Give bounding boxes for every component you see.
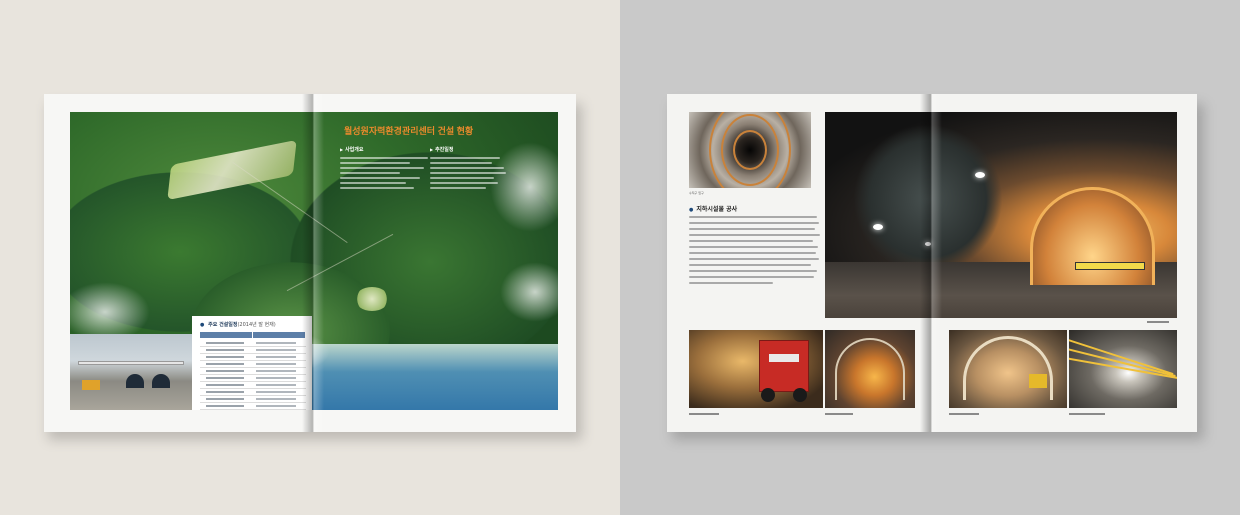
overview-column: 사업개요 (340, 146, 436, 192)
right-spread-gutter (920, 94, 942, 432)
photo-caption-1 (689, 412, 719, 417)
table-row (200, 347, 306, 354)
table-row (200, 375, 306, 382)
spread-title: 월성원자력환경관리센터 건설 현황 (344, 126, 474, 136)
table-row (200, 403, 306, 410)
table-row (200, 368, 306, 375)
tunnel-lighting-photo (825, 330, 915, 408)
warning-sign (1075, 262, 1145, 270)
table-row (200, 361, 306, 368)
coastline-image (310, 344, 558, 410)
table-rows (200, 340, 306, 410)
tunnel-entrance-photo (70, 334, 192, 410)
underground-tunnel-photo (825, 112, 1177, 318)
vertical-shaft-photo (689, 112, 811, 188)
schedule-column: 추진일정 (430, 146, 520, 192)
shaft-caption: 수직구 입구 (689, 191, 704, 195)
photo-caption-4 (1069, 412, 1105, 417)
overview-heading: 사업개요 (340, 146, 436, 153)
photo-caption-3 (949, 412, 979, 417)
table-row (200, 340, 306, 347)
lit-tunnel-arch (1030, 187, 1155, 285)
table-row (200, 382, 306, 389)
photo-caption-2 (825, 412, 853, 417)
tunnel-corridor-photo (1069, 330, 1177, 408)
tunnel-excavation-photo (949, 330, 1067, 408)
construction-schedule-table: 주요 건설일정(2014년 말 현재) (192, 316, 312, 410)
table-title: 주요 건설일정(2014년 말 현재) (200, 321, 276, 328)
left-brochure-spread: 월성원자력환경관리센터 건설 현황 사업개요 추진일정 주요 건설일정(2014… (44, 94, 576, 432)
left-spread-gutter (302, 94, 324, 432)
right-brochure-spread: 수직구 입구 지하시설물 공사 (667, 94, 1197, 432)
table-row (200, 396, 306, 403)
tunnel-photo-caption (1147, 320, 1169, 325)
schedule-heading: 추진일정 (430, 146, 520, 153)
disposal-facility-image (355, 287, 389, 311)
section-body-text (689, 216, 821, 288)
table-row (200, 389, 306, 396)
table-header (200, 332, 306, 338)
table-row (200, 354, 306, 361)
section-heading: 지하시설물 공사 (689, 204, 737, 213)
drilling-rig-photo (689, 330, 823, 408)
